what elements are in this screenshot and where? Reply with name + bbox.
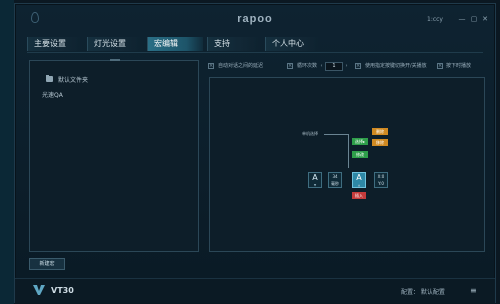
select-button[interactable]: 选择▸ (352, 138, 368, 145)
panel-tick (110, 59, 120, 61)
key-up-letter: A (356, 173, 362, 182)
insert-button[interactable]: 插入 (352, 192, 366, 199)
key-up-action[interactable]: A ▲ (352, 172, 366, 188)
tab-lighting[interactable]: 灯光设置 (87, 37, 143, 51)
tab-divider (27, 52, 483, 53)
title-bar: rapoo 1:ccy — ▢ ✕ (15, 4, 495, 32)
minimize-button[interactable]: — (458, 16, 466, 23)
y-coordinate: Y:0 (378, 181, 384, 186)
mouse-position-action[interactable]: X:0 Y:0 (374, 172, 388, 188)
key-up-arrow-icon: ▲ (357, 183, 361, 187)
tab-macro-editor[interactable]: 宏编辑 (147, 37, 203, 51)
tutorial-diagram: 单机选择 选择▸ 删除 移除 修改 A ▼ 34 毫秒 A ▲ X:0 Y:0 (298, 126, 408, 206)
connector-line (348, 134, 349, 168)
desktop-edge (0, 0, 14, 304)
loop-label: 循环次数 (297, 63, 318, 69)
folder-icon (46, 75, 53, 82)
clear-button[interactable]: 移除 (372, 139, 388, 146)
press-play-label: 按下时播放 (446, 63, 472, 69)
fire-key-checkbox[interactable]: × (355, 63, 361, 69)
connector-line (324, 134, 348, 135)
key-down-action[interactable]: A ▼ (308, 172, 322, 188)
menu-icon[interactable]: ≡ (470, 286, 477, 295)
record-delay-checkbox[interactable]: × (208, 63, 214, 69)
tab-main-settings[interactable]: 主要设置 (27, 37, 83, 51)
v-logo-icon (33, 285, 45, 295)
delay-value: 34 (332, 174, 338, 179)
user-name[interactable]: 1:ccy (427, 16, 443, 23)
x-coordinate: X:0 (377, 174, 385, 179)
macro-list-item[interactable]: 光速QA (42, 90, 63, 99)
config-selector[interactable]: 配置： 默认配置 (401, 287, 445, 296)
modify-button[interactable]: 修改 (352, 151, 368, 158)
key-down-arrow-icon: ▼ (313, 183, 317, 187)
tab-support[interactable]: 支持 (207, 37, 261, 51)
status-bar: VT30 配置： 默认配置 ≡ (15, 278, 495, 303)
press-play-checkbox[interactable]: × (437, 63, 443, 69)
delay-action[interactable]: 34 毫秒 (328, 172, 342, 188)
close-button[interactable]: ✕ (481, 16, 489, 23)
fire-key-label: 使用指定按键切换开/关播放 (365, 63, 427, 69)
delete-button[interactable]: 删除 (372, 128, 388, 135)
macro-list-panel: 默认文件夹 光速QA (29, 59, 199, 252)
app-window: rapoo 1:ccy — ▢ ✕ 主要设置 灯光设置 宏编辑 支持 个人中心 … (14, 3, 496, 303)
click-select-label: 单机选择 (302, 131, 318, 136)
delay-unit: 毫秒 (331, 181, 339, 186)
maximize-button[interactable]: ▢ (470, 16, 478, 23)
folder-label: 默认文件夹 (58, 77, 89, 84)
loop-increment[interactable]: › (344, 62, 349, 71)
macro-editor-panel: 单机选择 选择▸ 删除 移除 修改 A ▼ 34 毫秒 A ▲ X:0 Y:0 (209, 77, 485, 252)
record-delay-label: 自动对话之间的延迟 (218, 63, 264, 69)
loop-count-input[interactable]: 1 (325, 62, 343, 71)
loop-checkbox[interactable]: × (287, 63, 293, 69)
tab-personal-center[interactable]: 个人中心 (265, 37, 321, 51)
key-down-letter: A (312, 173, 318, 182)
brand-logo: rapoo (237, 13, 273, 25)
new-macro-button[interactable]: 新建宏 (29, 258, 65, 270)
device-model: VT30 (51, 286, 74, 295)
loop-decrement[interactable]: ‹ (319, 62, 324, 71)
